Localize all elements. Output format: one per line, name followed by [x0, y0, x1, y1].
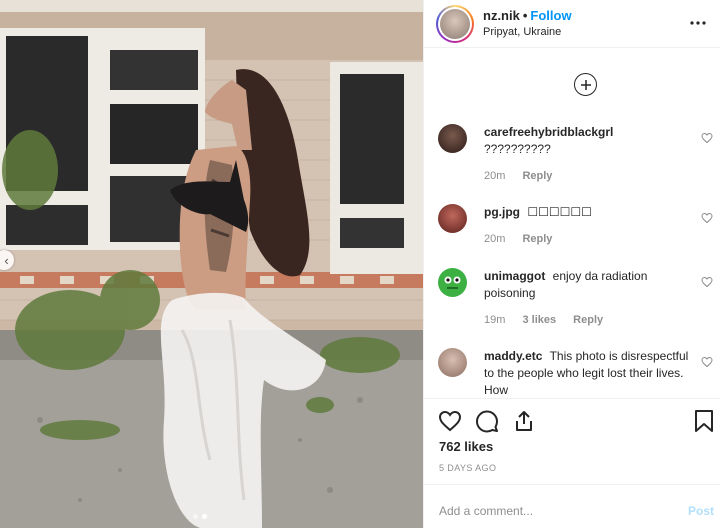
avatar[interactable] — [438, 124, 467, 153]
heart-icon[interactable] — [701, 132, 713, 144]
post-photo[interactable]: ‹ — [0, 0, 423, 528]
comments-list: carefreehybridblackgrl ?????????? 20m Re… — [424, 112, 720, 398]
comment-username[interactable]: pg.jpg — [484, 205, 520, 219]
comment-username[interactable]: unimaggot — [484, 269, 545, 283]
separator-dot: • — [522, 7, 528, 23]
more-options-button[interactable] — [690, 12, 706, 30]
location-link[interactable]: Pripyat, Ukraine — [483, 24, 572, 40]
heart-icon[interactable] — [701, 356, 713, 368]
heart-icon[interactable] — [438, 409, 462, 433]
comment-time[interactable]: 20m — [484, 170, 505, 182]
reply-button[interactable]: Reply — [522, 233, 552, 245]
carousel-dot-active — [202, 514, 207, 519]
username-link[interactable]: nz.nik — [483, 8, 520, 23]
reply-button[interactable]: Reply — [573, 314, 603, 326]
avatar[interactable] — [440, 8, 470, 39]
share-icon[interactable] — [512, 409, 536, 433]
likes-count[interactable]: 762 likes — [439, 439, 493, 454]
avatar[interactable] — [438, 348, 467, 377]
comment-username[interactable]: carefreehybridblackgrl — [484, 125, 613, 139]
heart-icon[interactable] — [701, 276, 713, 288]
carousel-dots — [193, 514, 207, 519]
comment-username[interactable]: maddy.etc — [484, 349, 542, 363]
carousel-dot — [193, 514, 198, 519]
bookmark-icon[interactable] — [694, 409, 714, 433]
follow-button[interactable]: Follow — [530, 8, 571, 23]
comment-icon[interactable] — [475, 409, 499, 433]
comment-input[interactable]: Add a comment... — [439, 504, 533, 518]
chevron-left-icon: ‹ — [4, 252, 9, 268]
heart-icon[interactable] — [701, 212, 713, 224]
comment-time[interactable]: 20m — [484, 233, 505, 245]
comment-likes[interactable]: 3 likes — [522, 314, 556, 326]
post-header: nz.nik • Follow Pripyat, Ukraine — [424, 0, 720, 48]
post-sidebar: nz.nik • Follow Pripyat, Ukraine carefreeh… — [423, 0, 720, 528]
comment-text: ☐☐☐☐☐☐ — [527, 205, 592, 219]
post-actions: 762 likes 5 DAYS AGO — [424, 398, 720, 473]
avatar[interactable] — [438, 268, 467, 297]
photo-image — [0, 0, 423, 528]
comment-text: ?????????? — [484, 142, 551, 156]
avatar-face-icon — [444, 276, 461, 289]
ellipsis-icon — [690, 21, 706, 25]
reply-button[interactable]: Reply — [522, 170, 552, 182]
load-more-comments-button[interactable] — [574, 73, 597, 96]
comment-composer: Add a comment... Post — [424, 484, 720, 528]
comment-time[interactable]: 19m — [484, 314, 505, 326]
plus-circle-icon — [580, 79, 591, 90]
post-date[interactable]: 5 DAYS AGO — [439, 463, 496, 473]
avatar[interactable] — [438, 204, 467, 233]
story-ring[interactable] — [436, 4, 474, 43]
post-comment-button[interactable]: Post — [688, 504, 714, 518]
